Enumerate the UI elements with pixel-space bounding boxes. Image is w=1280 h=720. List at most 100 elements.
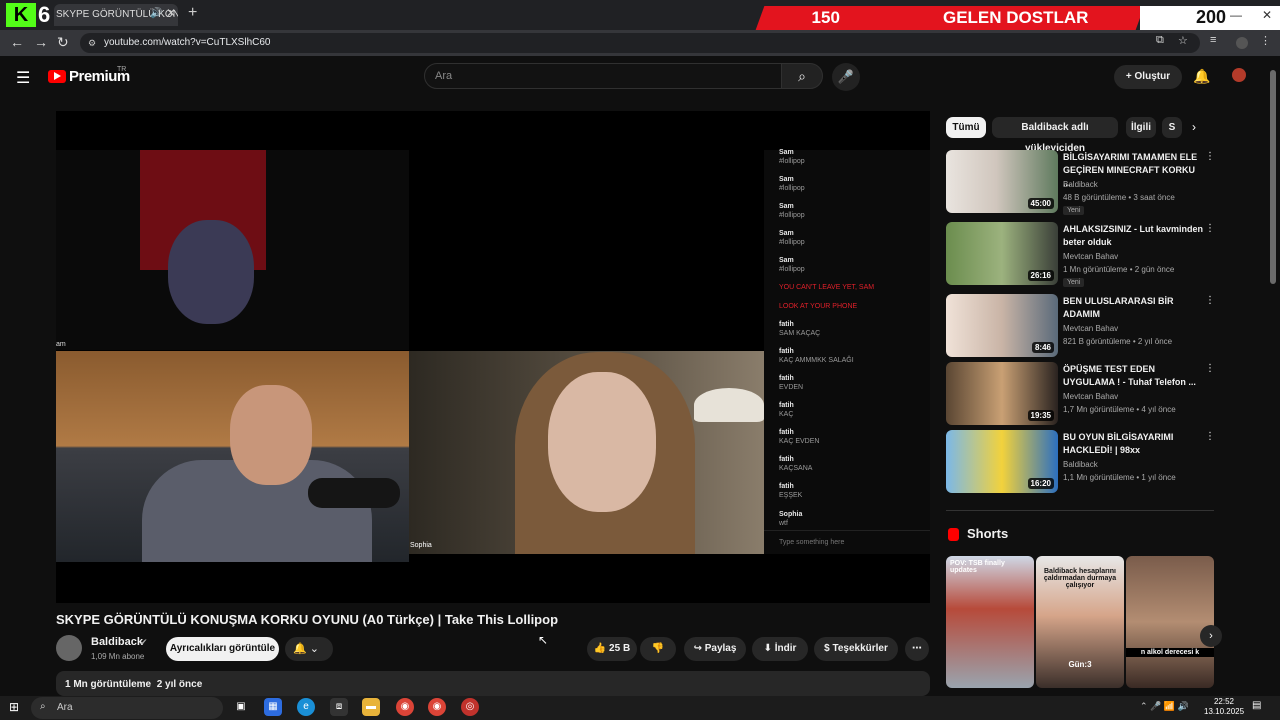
short-item[interactable]: n alkol derecesi k <box>1126 556 1214 688</box>
recommendation-meta: 1,7 Mn görüntüleme • 4 yıl önce <box>1063 405 1176 414</box>
more-options-icon[interactable]: ⋮ <box>1205 295 1215 306</box>
bookmark-star-icon[interactable]: ☆ <box>1178 34 1188 47</box>
chat-message: Sam #lollipop <box>779 148 805 166</box>
menu-icon[interactable]: ☰ <box>16 68 30 88</box>
chip-related[interactable]: İlgili <box>1126 117 1156 138</box>
video-thumbnail[interactable]: 16:20 <box>946 430 1058 493</box>
profile-icon[interactable] <box>1236 37 1248 49</box>
chat-text: KAÇ AMMMKK SALAĞI <box>779 357 854 364</box>
view-count: 1 Mn görüntüleme <box>65 679 152 690</box>
chevron-right-icon[interactable]: › <box>1192 120 1196 134</box>
chat-text: #lollipop <box>779 212 805 219</box>
page-scrollbar[interactable] <box>1270 70 1276 284</box>
task-view-icon[interactable]: ▣ <box>232 698 250 716</box>
chevron-right-icon[interactable]: › <box>1200 625 1222 647</box>
video-thumbnail[interactable]: 19:35 <box>946 362 1058 425</box>
recommendation-age: 2 yıl önce <box>1137 337 1173 346</box>
description-box[interactable]: 1 Mn görüntüleme 2 yıl önce <box>56 671 930 696</box>
channel-name[interactable]: Baldiback <box>91 636 143 648</box>
extensions-icon[interactable]: ≡ <box>1210 34 1216 46</box>
close-window-icon[interactable]: ✕ <box>1262 8 1272 22</box>
more-options-icon[interactable]: ⋮ <box>1205 223 1215 234</box>
channel-avatar[interactable] <box>56 635 82 661</box>
video-duration: 19:35 <box>1027 410 1054 421</box>
site-info-icon[interactable]: ⚙ <box>88 38 96 49</box>
banner-right-count: 200 <box>1196 7 1227 27</box>
participant-label: Sophia <box>410 542 432 549</box>
video-thumbnail[interactable]: 45:00 <box>946 150 1058 213</box>
clock-date: 13.10.2025 <box>1204 707 1245 716</box>
minimize-icon[interactable]: — <box>1230 8 1242 22</box>
edge-icon[interactable]: e <box>297 698 315 716</box>
app-icon[interactable]: ⧈ <box>330 698 348 716</box>
chat-message: Sam #lollipop <box>779 256 805 274</box>
back-icon[interactable]: ← <box>10 34 24 50</box>
chip-all[interactable]: Tümü <box>946 117 986 138</box>
system-tray[interactable]: ⌃ 🎤 📶 🔊 <box>1140 701 1189 712</box>
subscription-bell-button[interactable]: 🔔 ⌄ <box>285 637 333 661</box>
recommendation-channel[interactable]: Baldiback <box>1063 180 1098 189</box>
reload-icon[interactable]: ↻ <box>57 34 69 51</box>
download-button[interactable]: ⬇ İndir <box>752 637 808 661</box>
chat-text: EVDEN <box>779 384 804 391</box>
new-badge: Yeni <box>1063 206 1085 215</box>
clock[interactable]: 22:52 13.10.2025 <box>1204 697 1245 717</box>
chat-message: fatih EVDEN <box>779 374 803 392</box>
recommendation-channel[interactable]: Baldiback <box>1063 460 1098 469</box>
recommendation-views: 821 B görüntüleme <box>1063 337 1131 346</box>
store-icon[interactable]: ▦ <box>264 698 282 716</box>
notifications-icon[interactable]: 🔔 <box>1193 68 1210 85</box>
recommendation-channel[interactable]: Mevtcan Bahav <box>1063 324 1118 333</box>
short-item[interactable]: POV: TSB finally updates <box>946 556 1034 688</box>
more-actions-icon[interactable]: ⋯ <box>905 637 929 661</box>
region-label: TR <box>117 66 127 73</box>
windows-start-icon[interactable]: ⊞ <box>9 700 19 714</box>
share-button[interactable]: ↪ Paylaş <box>684 637 746 661</box>
chip-uploader[interactable]: Baldiback adlı yükleyiciden <box>992 117 1118 154</box>
file-explorer-icon[interactable]: ▬ <box>362 698 380 716</box>
address-bar[interactable]: youtube.com/watch?v=CuTLXSlhC60 <box>80 33 1200 53</box>
search-icon[interactable]: ⌕ <box>781 63 823 89</box>
create-button[interactable]: + Oluştur <box>1114 65 1182 89</box>
taskbar-search[interactable]: Ara <box>31 697 223 719</box>
audio-icon[interactable]: 🔊 <box>150 8 162 19</box>
recommendation-title[interactable]: AHLAKSIZSINIZ - Lut kavminden beter oldu… <box>1063 223 1203 249</box>
banner-left-count: 150 <box>811 8 840 27</box>
shorts-icon <box>948 528 959 541</box>
chrome-icon[interactable]: ◉ <box>428 698 446 716</box>
participant-label: am <box>56 341 66 348</box>
browser-menu-icon[interactable]: ⋮ <box>1260 34 1271 47</box>
join-button[interactable]: Ayrıcalıkları görüntüle <box>166 637 279 661</box>
close-icon[interactable]: ✕ <box>166 6 176 20</box>
chat-text: #lollipop <box>779 239 805 246</box>
chip-more[interactable]: S <box>1162 117 1182 138</box>
thanks-label: Teşekkürler <box>832 643 888 654</box>
recommendation-title[interactable]: BEN ULUSLARARASI BİR ADAMIM <box>1063 295 1203 321</box>
avatar[interactable] <box>1232 68 1246 82</box>
chat-author: fatih <box>779 429 794 436</box>
search-input[interactable]: Ara <box>424 63 782 89</box>
more-options-icon[interactable]: ⋮ <box>1205 363 1215 374</box>
mic-icon[interactable]: 🎤 <box>832 63 860 91</box>
chat-text: SAM KAÇAÇ <box>779 330 821 337</box>
dislike-button[interactable]: 👎 <box>640 637 676 661</box>
new-tab-icon[interactable]: + <box>188 4 197 22</box>
recommendation-title[interactable]: ÖPÜŞME TEST EDEN UYGULAMA ! - Tuhaf Tele… <box>1063 363 1203 389</box>
notification-icon[interactable]: ▤ <box>1252 700 1261 711</box>
recommendation-channel[interactable]: Mevtcan Bahav <box>1063 252 1118 261</box>
more-options-icon[interactable]: ⋮ <box>1205 431 1215 442</box>
chat-message: fatih KAÇSANA <box>779 455 812 473</box>
thanks-button[interactable]: $ Teşekkürler <box>814 637 898 661</box>
recommendation-title[interactable]: BU OYUN BİLGİSAYARIMI HACKLEDİ! | 98xx <box>1063 431 1203 457</box>
video-thumbnail[interactable]: 26:16 <box>946 222 1058 285</box>
recommendation-channel[interactable]: Mevtcan Bahav <box>1063 392 1118 401</box>
app-icon[interactable]: ◎ <box>461 698 479 716</box>
more-options-icon[interactable]: ⋮ <box>1205 151 1215 162</box>
lamp <box>694 388 764 422</box>
short-item[interactable]: Baldiback hesaplarını çaldırmadan durmay… <box>1036 556 1124 688</box>
chrome-icon[interactable]: ◉ <box>396 698 414 716</box>
like-button[interactable]: 👍 25 B <box>587 637 637 661</box>
forward-icon[interactable]: → <box>34 34 48 50</box>
install-icon[interactable]: ⧉ <box>1156 34 1164 47</box>
video-thumbnail[interactable]: 8:46 <box>946 294 1058 357</box>
